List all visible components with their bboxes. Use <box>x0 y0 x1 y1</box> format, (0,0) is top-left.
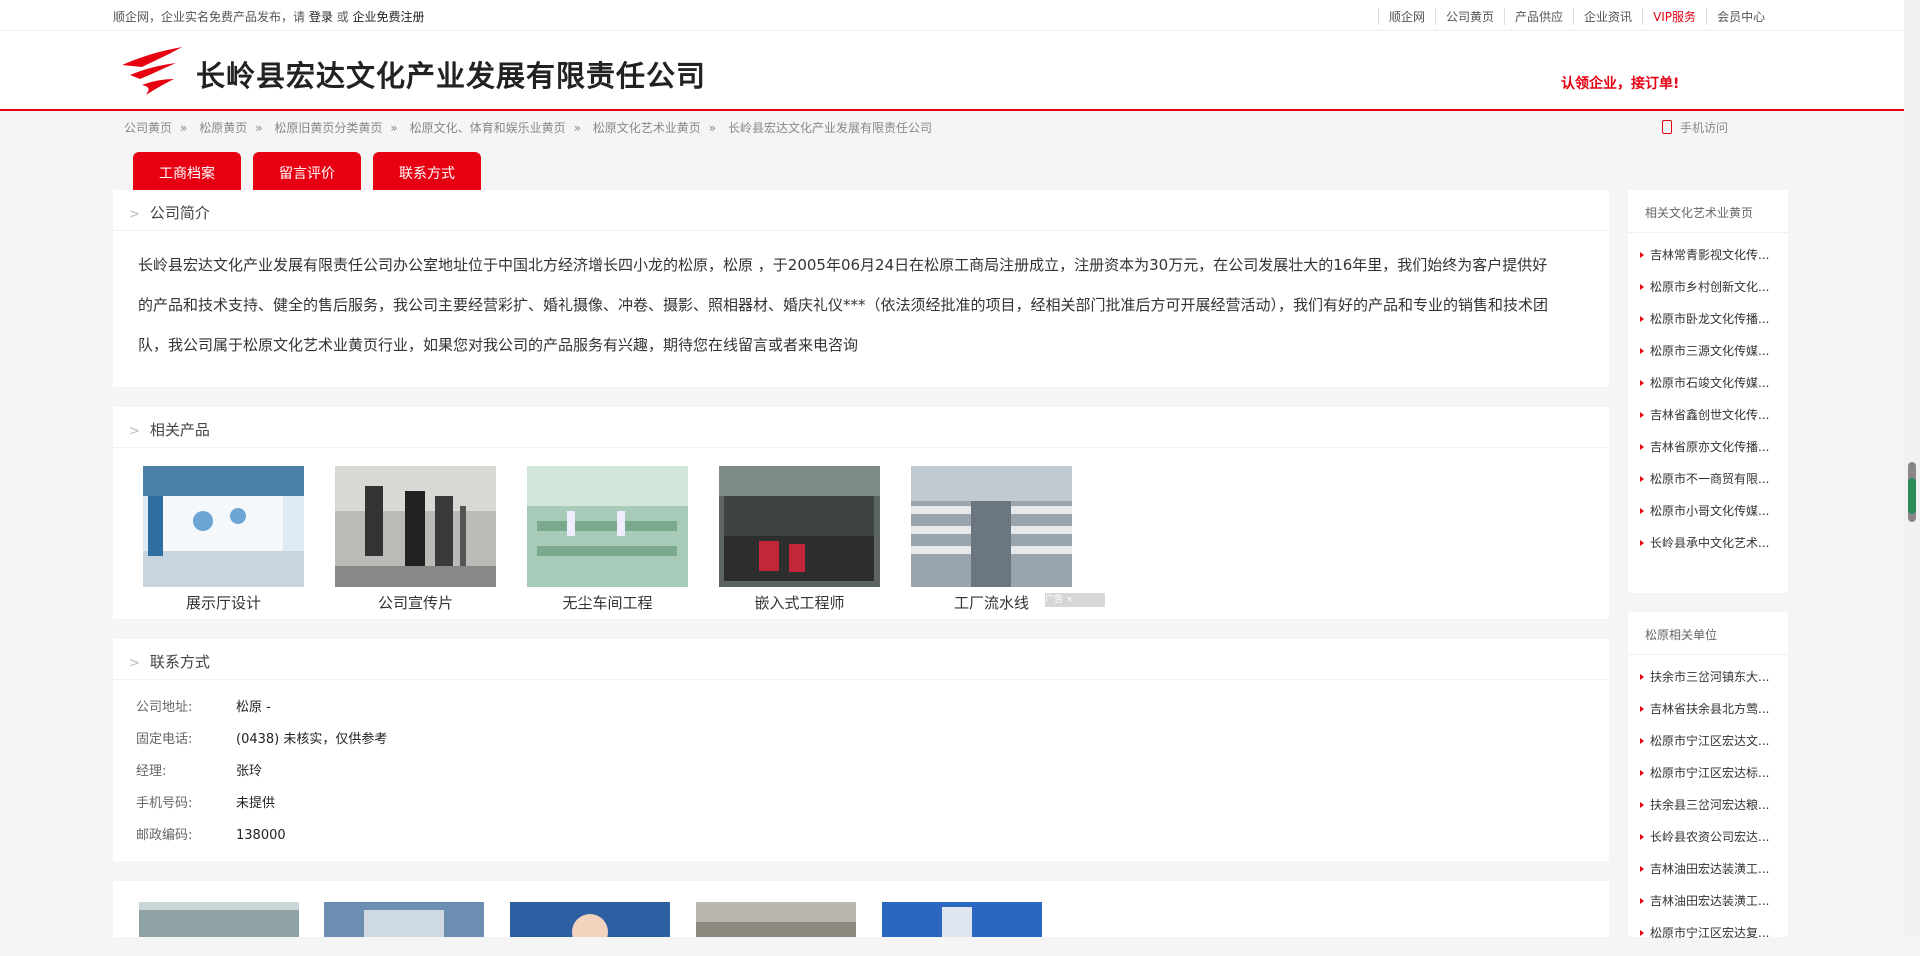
top-nav-yellowpages[interactable]: 公司黄页 <box>1435 8 1504 25</box>
mobile-access-label: 手机访问 <box>1680 121 1729 135</box>
list-item[interactable]: 扶余县三岔河宏达粮... <box>1640 796 1769 828</box>
breadcrumb-item[interactable]: 松原旧黄页分类黄页 <box>274 121 382 135</box>
sidebar-related-title: 相关文化艺术业黄页 <box>1645 206 1754 220</box>
scrollbar[interactable] <box>1904 0 1920 937</box>
product-image[interactable] <box>719 466 880 587</box>
top-nav: 顺企网 公司黄页 产品供应 企业资讯 VIP服务 会员中心 <box>1378 8 1775 25</box>
list-item[interactable]: 扶余市三岔河镇东大... <box>1640 668 1769 700</box>
product-caption[interactable]: 无尘车间工程 <box>527 592 688 613</box>
list-item[interactable]: 长岭县农资公司宏达... <box>1640 828 1769 860</box>
list-item[interactable]: 松原市小哥文化传媒... <box>1640 502 1769 534</box>
gallery-image[interactable] <box>139 902 299 937</box>
gallery-image[interactable] <box>882 902 1042 937</box>
breadcrumb-item[interactable]: 公司黄页 <box>124 121 172 135</box>
product-list: 展示厅设计 公司宣传片 无尘车间工程 嵌入式工程师 工厂流水线 <box>143 466 1072 613</box>
gallery-image[interactable] <box>324 902 484 937</box>
mobile-access[interactable]: 手机访问 <box>1662 119 1728 136</box>
top-nav-member[interactable]: 会员中心 <box>1706 8 1775 25</box>
top-bar: 顺企网，企业实名免费产品发布，请 登录 或 企业免费注册 顺企网 公司黄页 产品… <box>0 0 1904 31</box>
contact-panel: > 联系方式 公司地址: 松原 - 固定电话: (0438) 未核实，仅供参考 经理:… <box>113 639 1609 861</box>
product-caption[interactable]: 嵌入式工程师 <box>719 592 880 613</box>
products-title: > 相关产品 <box>129 421 210 439</box>
breadcrumb-item[interactable]: 松原黄页 <box>199 121 247 135</box>
gallery-image[interactable] <box>696 902 856 937</box>
product-image[interactable] <box>911 466 1072 587</box>
register-link[interactable]: 企业免费注册 <box>353 10 425 24</box>
sidebar-related-list: 吉林常青影视文化传... 松原市乡村创新文化... 松原市卧龙文化传播... 松… <box>1640 246 1769 566</box>
intro-text-body: 长岭县宏达文化产业发展有限责任公司办公室地址位于中国北方经济增长四小龙的松原，松… <box>138 256 1549 354</box>
list-item[interactable]: 松原市宁江区宏达标... <box>1640 764 1769 796</box>
logo-icon[interactable] <box>120 45 184 97</box>
list-item[interactable]: 吉林油田宏达装潢工... <box>1640 860 1769 892</box>
product-item[interactable]: 公司宣传片 <box>335 466 496 613</box>
gallery-image[interactable] <box>510 902 670 937</box>
login-link[interactable]: 登录 <box>309 10 333 24</box>
product-item[interactable]: 嵌入式工程师 <box>719 466 880 613</box>
tab-reviews[interactable]: 留言评价 <box>253 152 361 190</box>
tabs: 工商档案 留言评价 联系方式 <box>133 152 481 190</box>
list-item[interactable]: 吉林省扶余县北方莺... <box>1640 700 1769 732</box>
product-item[interactable]: 无尘车间工程 <box>527 466 688 613</box>
list-item[interactable]: 吉林常青影视文化传... <box>1640 246 1769 278</box>
list-item[interactable]: 松原市石竣文化传媒... <box>1640 374 1769 406</box>
list-item[interactable]: 松原市宁江区宏达文... <box>1640 732 1769 764</box>
breadcrumb: 公司黄页» 松原黄页» 松原旧黄页分类黄页» 松原文化、体育和娱乐业黄页» 松原… <box>124 121 932 135</box>
contact-row: 公司地址: 松原 - <box>136 700 271 715</box>
intro-panel: > 公司简介 长岭县宏达文化产业发展有限责任公司办公室地址位于中国北方经济增长四小… <box>113 190 1609 387</box>
contact-row: 经理: 张玲 <box>136 764 263 779</box>
product-image[interactable] <box>143 466 304 587</box>
list-item[interactable]: 松原市卧龙文化传播... <box>1640 310 1769 342</box>
contact-row: 手机号码: 未提供 <box>136 796 276 811</box>
product-caption[interactable]: 公司宣传片 <box>335 592 496 613</box>
list-item[interactable]: 吉林省原亦文化传播... <box>1640 438 1769 470</box>
chevron-right-icon: > <box>129 424 140 439</box>
sidebar-units-list: 扶余市三岔河镇东大... 吉林省扶余县北方莺... 松原市宁江区宏达文... 松… <box>1640 668 1769 956</box>
top-nav-home[interactable]: 顺企网 <box>1378 8 1435 25</box>
sidebar-units: 松原相关单位 扶余市三岔河镇东大... 吉林省扶余县北方莺... 松原市宁江区宏… <box>1628 612 1788 940</box>
product-item[interactable]: 展示厅设计 <box>143 466 304 613</box>
tab-business-record[interactable]: 工商档案 <box>133 152 241 190</box>
list-item[interactable]: 松原市乡村创新文化... <box>1640 278 1769 310</box>
company-name: 长岭县宏达文化产业发展有限责任公司 <box>196 59 707 93</box>
chevron-right-icon: > <box>129 207 140 222</box>
bottom-images-panel <box>113 881 1609 937</box>
contact-title: > 联系方式 <box>129 653 210 671</box>
or-text: 或 <box>336 10 349 24</box>
sidebar-units-title: 松原相关单位 <box>1645 628 1718 642</box>
ad-label: 广告 <box>1045 595 1064 605</box>
intro-title: > 公司简介 <box>129 204 210 222</box>
top-nav-products[interactable]: 产品供应 <box>1504 8 1573 25</box>
phone-icon <box>1662 120 1672 134</box>
sidebar-related: 相关文化艺术业黄页 吉林常青影视文化传... 松原市乡村创新文化... 松原市卧… <box>1628 190 1788 593</box>
chevron-right-icon: > <box>129 656 140 671</box>
list-item[interactable]: 松原市宁江区宏达复... <box>1640 924 1769 956</box>
product-image[interactable] <box>335 466 496 587</box>
breadcrumb-item[interactable]: 松原文化艺术业黄页 <box>593 121 701 135</box>
product-image[interactable] <box>527 466 688 587</box>
contact-row: 邮政编码: 138000 <box>136 828 286 843</box>
products-panel: > 相关产品 展示厅设计 公司宣传片 无尘车间工程 嵌入式工程师 工厂流水线 <box>113 407 1609 619</box>
ad-badge[interactable]: 广告 × <box>1045 593 1105 607</box>
top-bar-intro: 顺企网，企业实名免费产品发布，请 登录 或 企业免费注册 <box>113 8 425 25</box>
intro-text: 顺企网，企业实名免费产品发布，请 <box>113 10 306 24</box>
header: 长岭县宏达文化产业发展有限责任公司 认领企业，接订单! <box>0 31 1904 111</box>
list-item[interactable]: 吉林省鑫创世文化传... <box>1640 406 1769 438</box>
breadcrumb-current: 长岭县宏达文化产业发展有限责任公司 <box>727 121 932 135</box>
list-item[interactable]: 松原市三源文化传媒... <box>1640 342 1769 374</box>
breadcrumb-item[interactable]: 松原文化、体育和娱乐业黄页 <box>410 121 566 135</box>
contact-row: 固定电话: (0438) 未核实，仅供参考 <box>136 732 388 747</box>
scroll-indicator <box>1908 478 1916 514</box>
tab-contact[interactable]: 联系方式 <box>373 152 481 190</box>
claim-company-link[interactable]: 认领企业，接订单! <box>1561 73 1679 93</box>
top-nav-news[interactable]: 企业资讯 <box>1573 8 1642 25</box>
product-caption[interactable]: 展示厅设计 <box>143 592 304 613</box>
list-item[interactable]: 吉林油田宏达装潢工... <box>1640 892 1769 924</box>
product-item[interactable]: 工厂流水线 <box>911 466 1072 613</box>
list-item[interactable]: 松原市不一商贸有限... <box>1640 470 1769 502</box>
list-item[interactable]: 长岭县承中文化艺术... <box>1640 534 1769 566</box>
top-nav-vip[interactable]: VIP服务 <box>1642 8 1706 25</box>
